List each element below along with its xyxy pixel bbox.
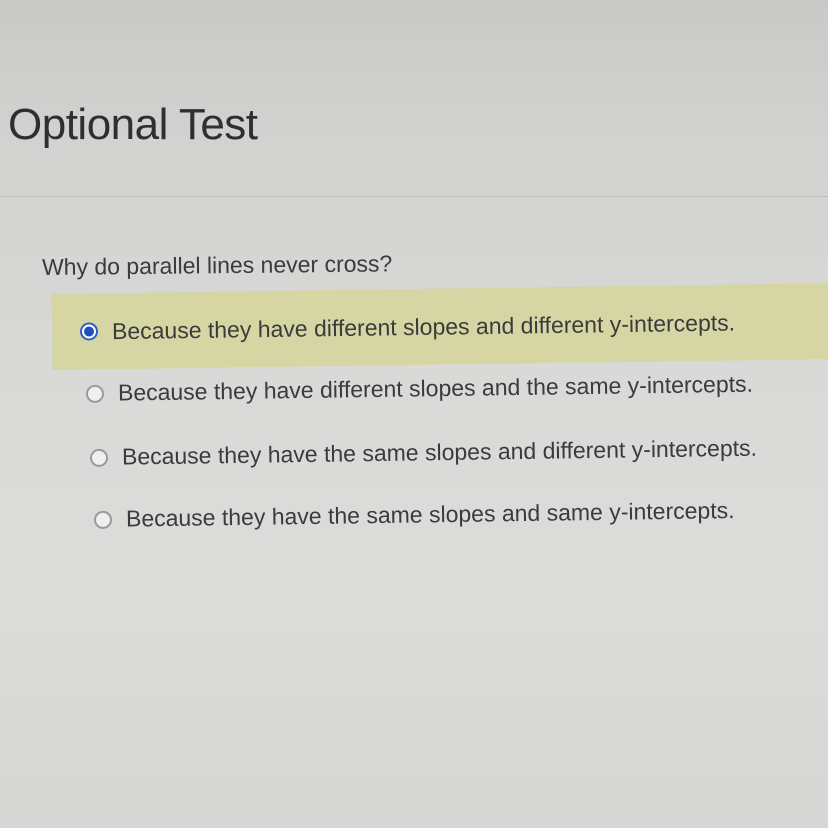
radio-button[interactable] xyxy=(89,448,109,467)
answer-option-3[interactable]: Because they have the same slopes and di… xyxy=(89,434,758,471)
answer-option-label: Because they have the same slopes and di… xyxy=(121,434,758,470)
answer-option-1[interactable]: Because they have different slopes and d… xyxy=(51,283,828,370)
header-divider xyxy=(0,196,828,197)
question-text: Why do parallel lines never cross? xyxy=(41,250,393,280)
answer-option-label: Because they have different slopes and t… xyxy=(117,370,754,406)
radio-button-checked[interactable] xyxy=(79,322,99,341)
answer-option-label: Because they have different slopes and d… xyxy=(111,308,736,344)
radio-button[interactable] xyxy=(93,510,113,529)
test-page: Optional Test Why do parallel lines neve… xyxy=(0,0,828,828)
radio-button[interactable] xyxy=(85,384,105,403)
answer-option-4[interactable]: Because they have the same slopes and sa… xyxy=(93,497,735,533)
answer-option-2[interactable]: Because they have different slopes and t… xyxy=(85,370,754,407)
page-title: Optional Test xyxy=(8,100,258,149)
answer-option-label: Because they have the same slopes and sa… xyxy=(125,497,735,532)
